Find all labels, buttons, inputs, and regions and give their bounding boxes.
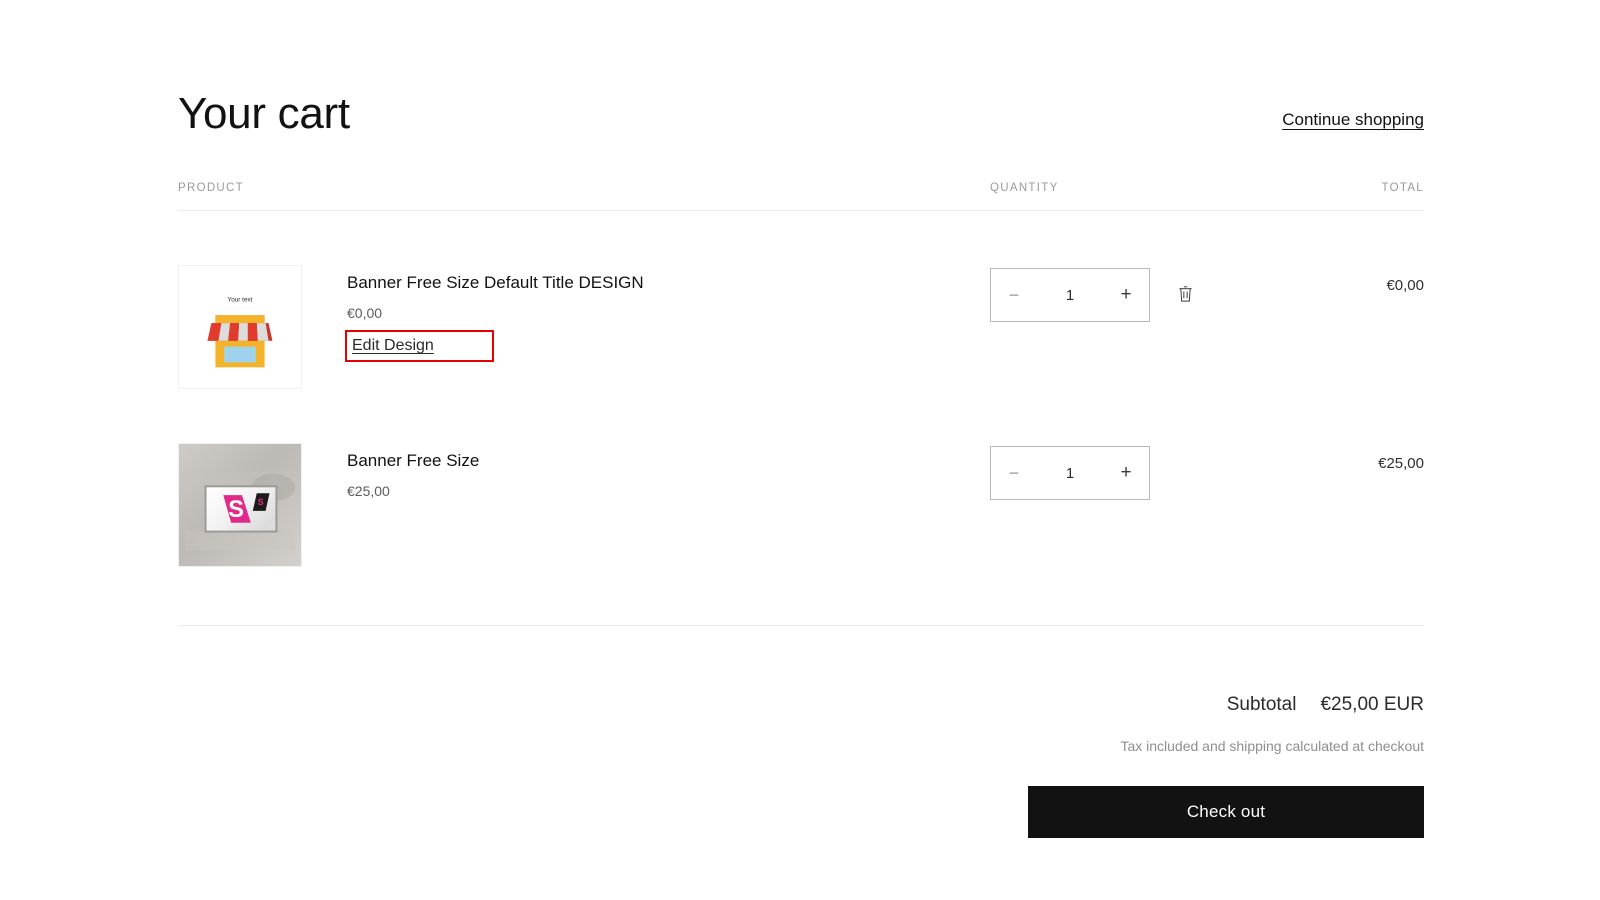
continue-shopping-link[interactable]: Continue shopping	[1282, 110, 1424, 138]
svg-text:Your text: Your text	[228, 297, 253, 304]
product-info: Banner Free Size €25,00	[302, 443, 479, 499]
tax-and-shipping-note: Tax included and shipping calculated at …	[1120, 738, 1424, 755]
cart-row-quantity-cell: − +	[990, 265, 1304, 323]
cart-row: S S Banner Free Size €25,00 − 1 + €25,00	[178, 389, 1424, 568]
cart-header: Your cart Continue shopping	[178, 0, 1424, 138]
quantity-input[interactable]	[1040, 464, 1100, 482]
product-thumbnail[interactable]: S S	[178, 443, 302, 568]
quantity-decrease-button[interactable]: −	[991, 447, 1037, 499]
product-price: €25,00	[347, 483, 390, 500]
quantity-decrease-button[interactable]: −	[991, 269, 1037, 321]
quantity-input[interactable]	[1040, 286, 1100, 304]
checkout-button[interactable]: Check out	[1028, 786, 1424, 839]
svg-text:S: S	[258, 497, 264, 507]
quantity-increase-button[interactable]: +	[1103, 447, 1149, 499]
quantity-stepper: − +	[990, 268, 1150, 323]
product-title[interactable]: Banner Free Size Default Title DESIGN	[347, 271, 644, 295]
cart-row-total: €25,00	[1378, 455, 1424, 473]
quantity-increase-button[interactable]: +	[1103, 269, 1149, 321]
page-title: Your cart	[178, 89, 350, 138]
edit-design-link[interactable]: Edit Design	[347, 334, 439, 358]
edit-design-container: Edit Design	[345, 330, 494, 363]
column-header-quantity: QUANTITY	[990, 182, 1059, 195]
subtotal-label: Subtotal	[1226, 694, 1297, 716]
column-header-product: PRODUCT	[178, 182, 244, 195]
remove-item-button[interactable]	[1172, 282, 1198, 308]
banner-flag-mockup-image: S S	[179, 444, 301, 567]
cart-table-header: PRODUCT QUANTITY TOTAL	[178, 182, 1424, 212]
cart-page: Your cart Continue shopping PRODUCT QUAN…	[0, 0, 1600, 900]
subtotal-value: €25,00 EUR	[1320, 694, 1424, 716]
product-thumbnail[interactable]: Your text	[178, 265, 302, 390]
cart-row-product-cell: S S Banner Free Size €25,00	[178, 443, 990, 568]
column-header-total: TOTAL	[1381, 182, 1424, 195]
cart-row-product-cell: Your text Banner Free Size Default Title…	[178, 265, 990, 390]
cart-items-list: Your text Banner Free Size Default Title…	[178, 211, 1424, 568]
cart-row-total: €0,00	[1386, 277, 1424, 295]
quantity-stepper: − +	[990, 446, 1150, 501]
subtotal-row: Subtotal €25,00 EUR	[1227, 694, 1424, 716]
product-title[interactable]: Banner Free Size	[347, 449, 479, 473]
storefront-icon: Your text	[179, 266, 301, 389]
trash-icon	[1177, 285, 1194, 306]
cart-row: Your text Banner Free Size Default Title…	[178, 211, 1424, 390]
svg-text:S: S	[228, 497, 244, 523]
product-price: €0,00	[347, 305, 383, 322]
cart-container: Your cart Continue shopping PRODUCT QUAN…	[178, 0, 1424, 839]
product-info: Banner Free Size Default Title DESIGN €0…	[302, 265, 644, 363]
cart-row-quantity-cell: − +	[990, 443, 1304, 501]
cart-footer: Subtotal €25,00 EUR Tax included and shi…	[178, 626, 1424, 839]
